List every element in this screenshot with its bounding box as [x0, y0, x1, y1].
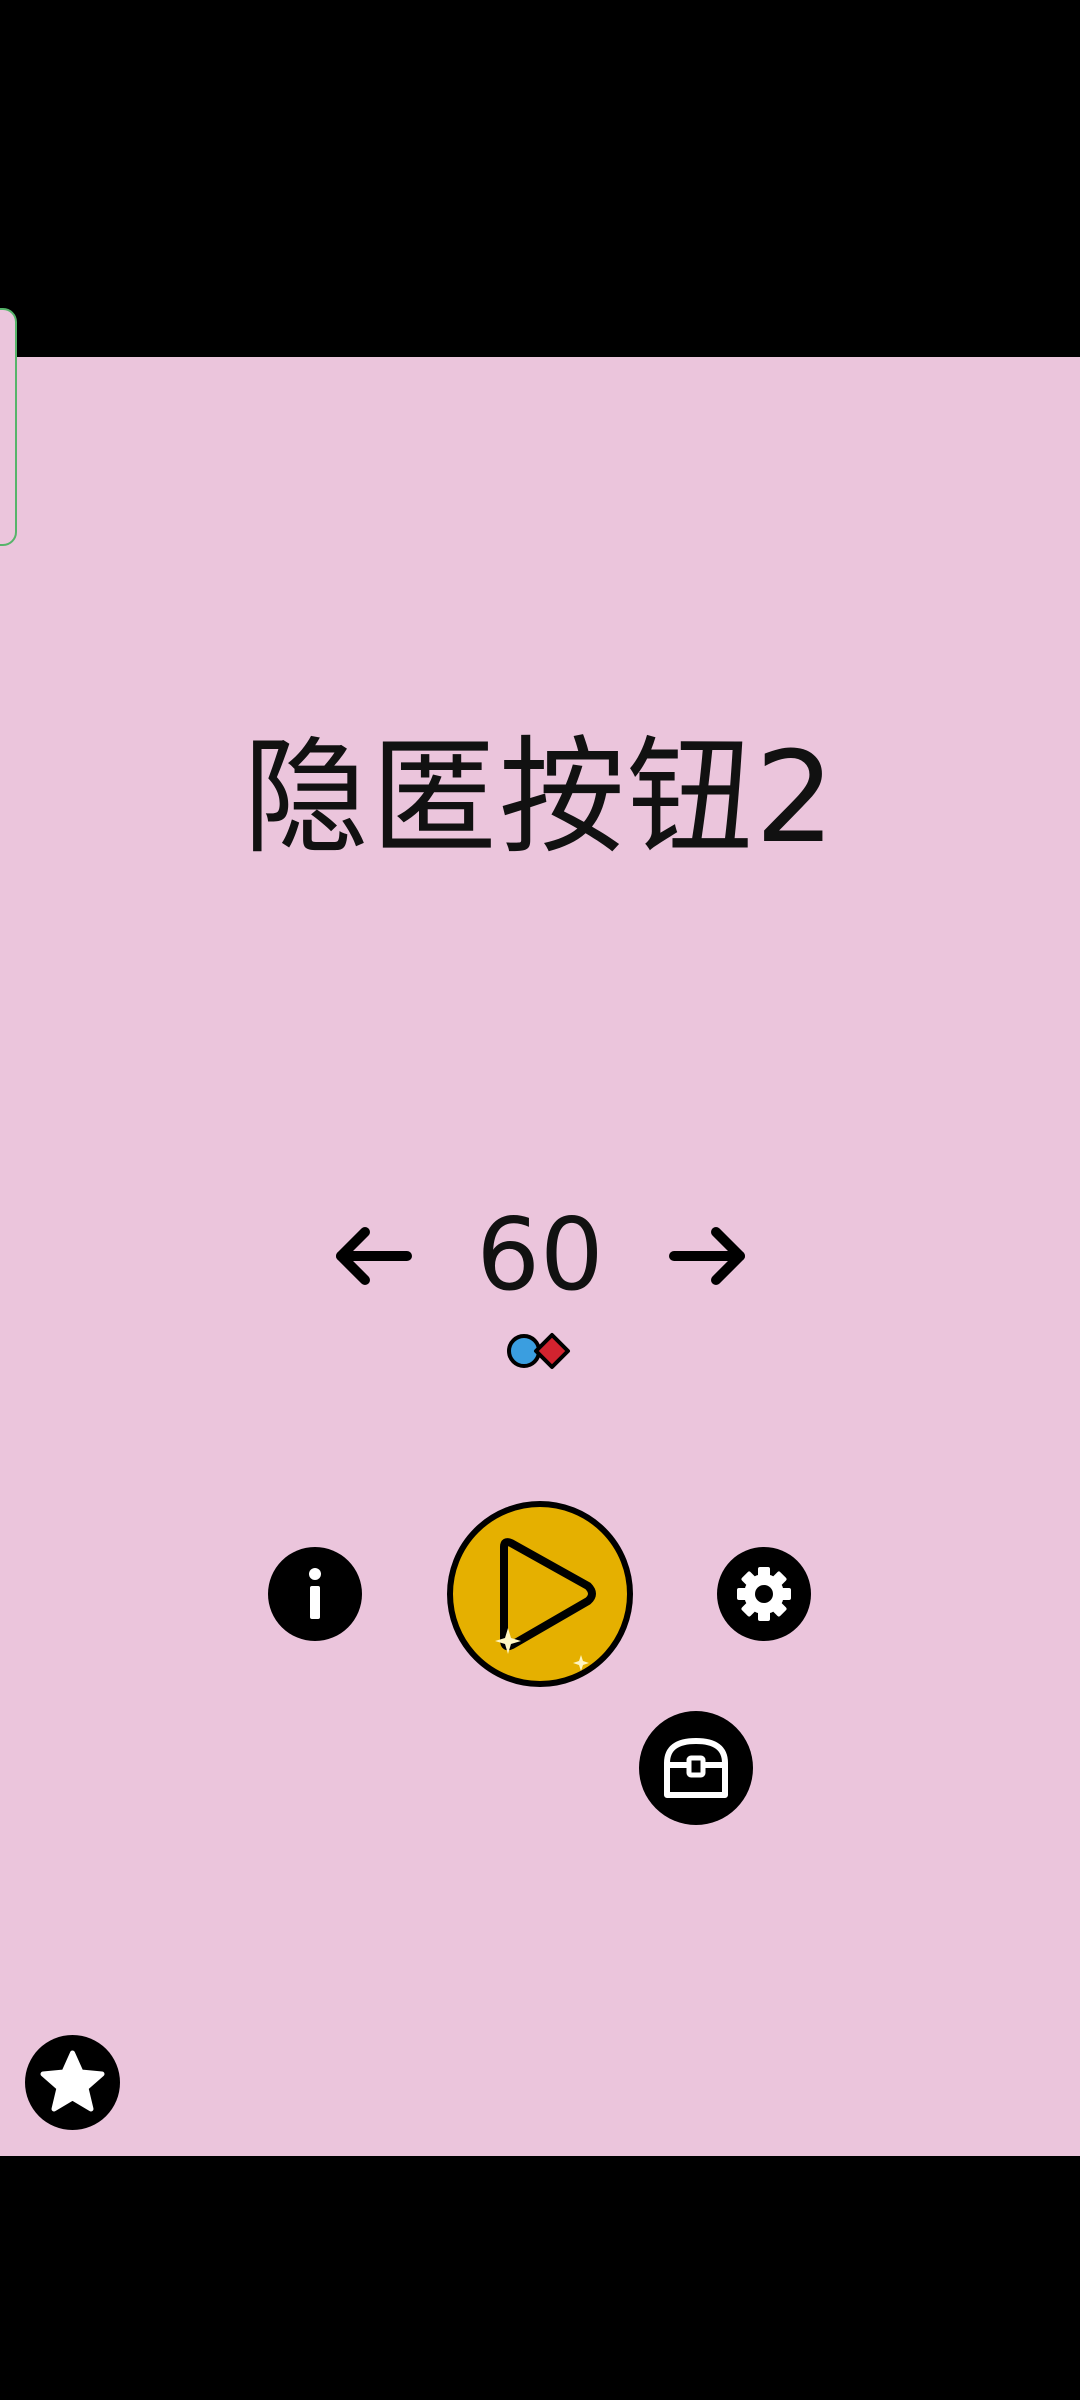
screen: 隐匿按钮2 60	[0, 0, 1080, 2400]
chest-button[interactable]	[639, 1711, 753, 1825]
prev-level-button[interactable]	[327, 1218, 417, 1294]
side-panel-handle[interactable]	[0, 308, 17, 546]
arrow-right-icon	[669, 1227, 745, 1285]
next-level-button[interactable]	[664, 1218, 754, 1294]
star-icon	[40, 2050, 105, 2112]
gear-icon	[737, 1567, 791, 1621]
level-number: 60	[476, 1196, 604, 1313]
play-button[interactable]	[446, 1500, 634, 1688]
treasure-chest-icon	[664, 1738, 728, 1798]
play-icon	[447, 1501, 633, 1687]
settings-button[interactable]	[717, 1547, 811, 1641]
arrow-left-icon	[336, 1227, 412, 1285]
game-title: 隐匿按钮2	[242, 724, 838, 871]
info-icon	[309, 1568, 321, 1619]
info-button[interactable]	[268, 1547, 362, 1641]
star-button[interactable]	[25, 2035, 120, 2130]
gems-icon	[502, 1328, 574, 1374]
